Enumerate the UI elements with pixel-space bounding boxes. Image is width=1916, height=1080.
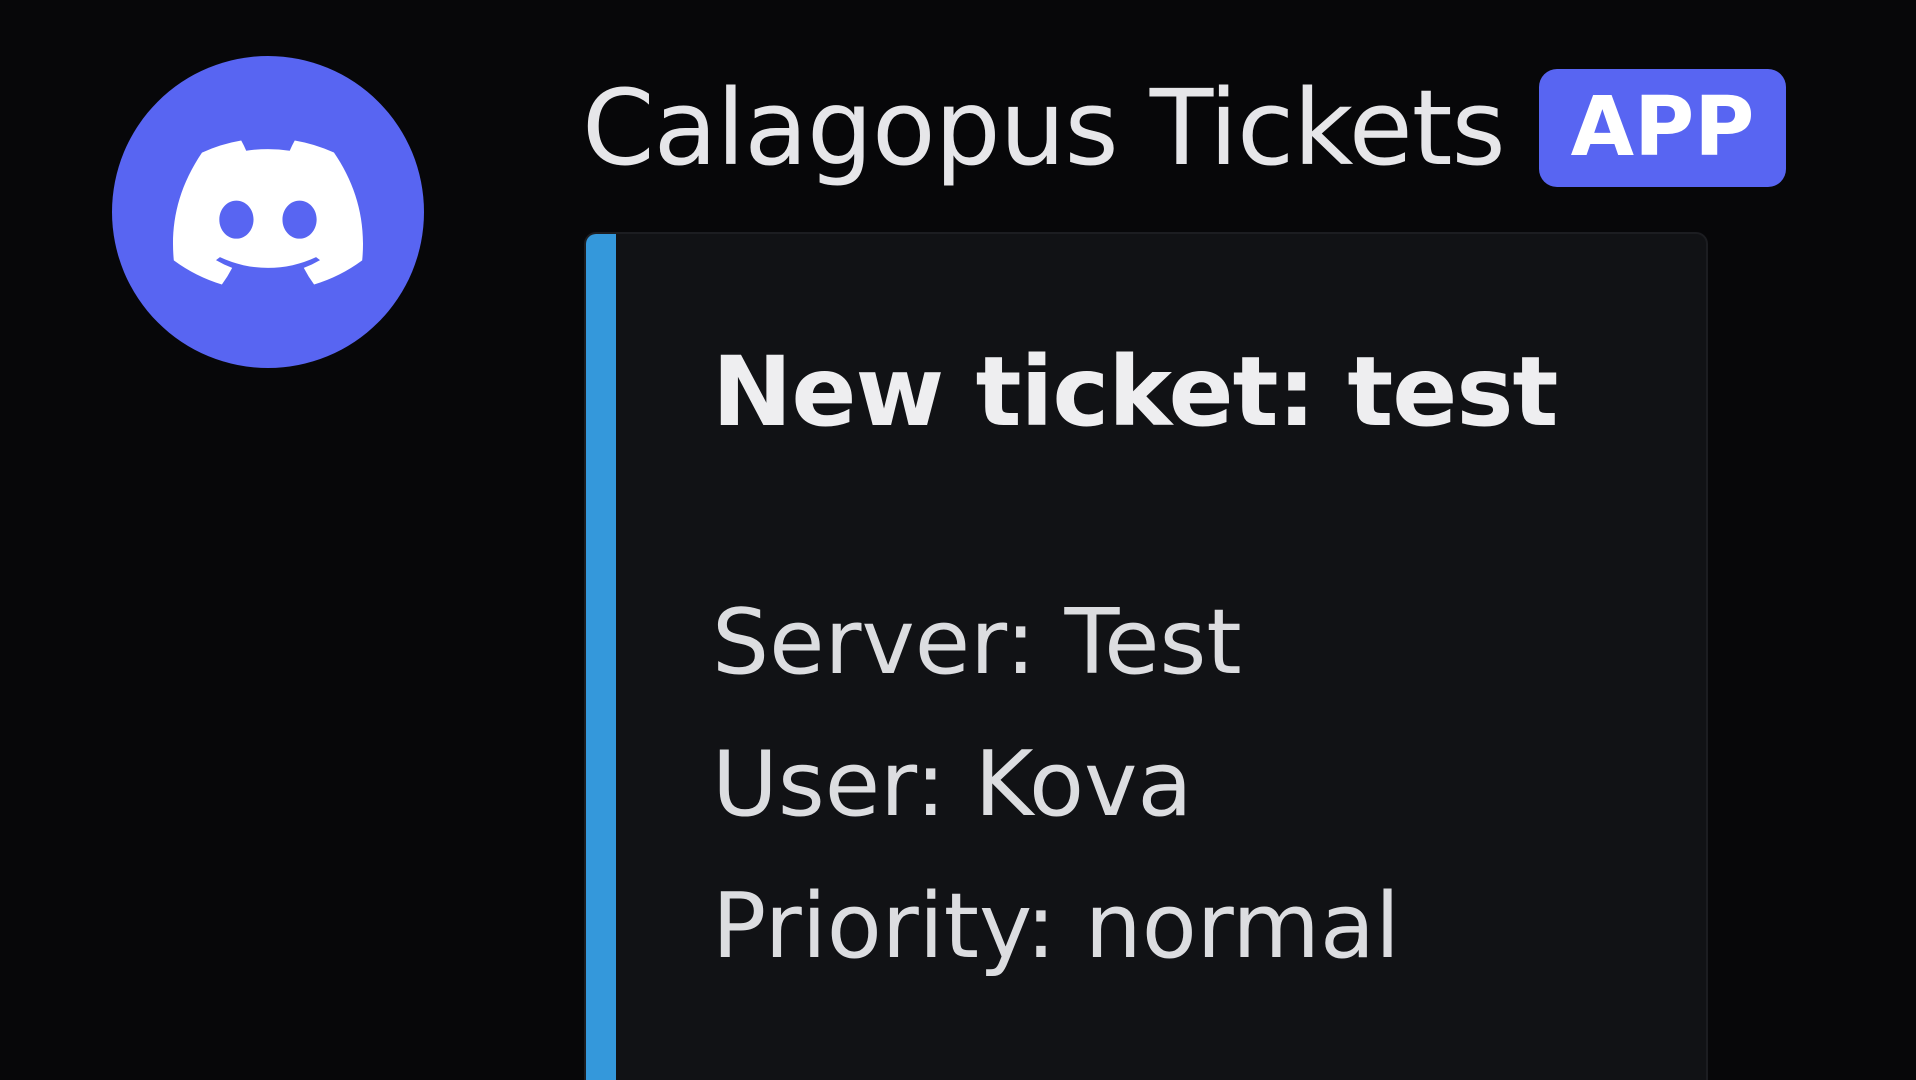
embed-line-user: User: Kova <box>712 732 1193 837</box>
author-name[interactable]: Calagopus Tickets <box>582 76 1506 180</box>
embed-accent-bar <box>586 234 616 1080</box>
app-badge: APP <box>1538 69 1787 187</box>
chat-message: Calagopus Tickets APP New ticket: test S… <box>0 0 1916 1080</box>
message-header: Calagopus Tickets APP <box>582 64 1787 192</box>
embed-line-server: Server: Test <box>712 590 1242 695</box>
ticket-embed: New ticket: test Server: Test User: Kova… <box>584 232 1708 1080</box>
bot-avatar[interactable] <box>112 56 424 368</box>
embed-line-priority: Priority: normal <box>712 874 1401 979</box>
discord-logo-icon <box>173 139 363 285</box>
embed-description: Server: Test User: Kova Priority: normal <box>712 572 1400 998</box>
embed-title: New ticket: test <box>712 336 1558 448</box>
